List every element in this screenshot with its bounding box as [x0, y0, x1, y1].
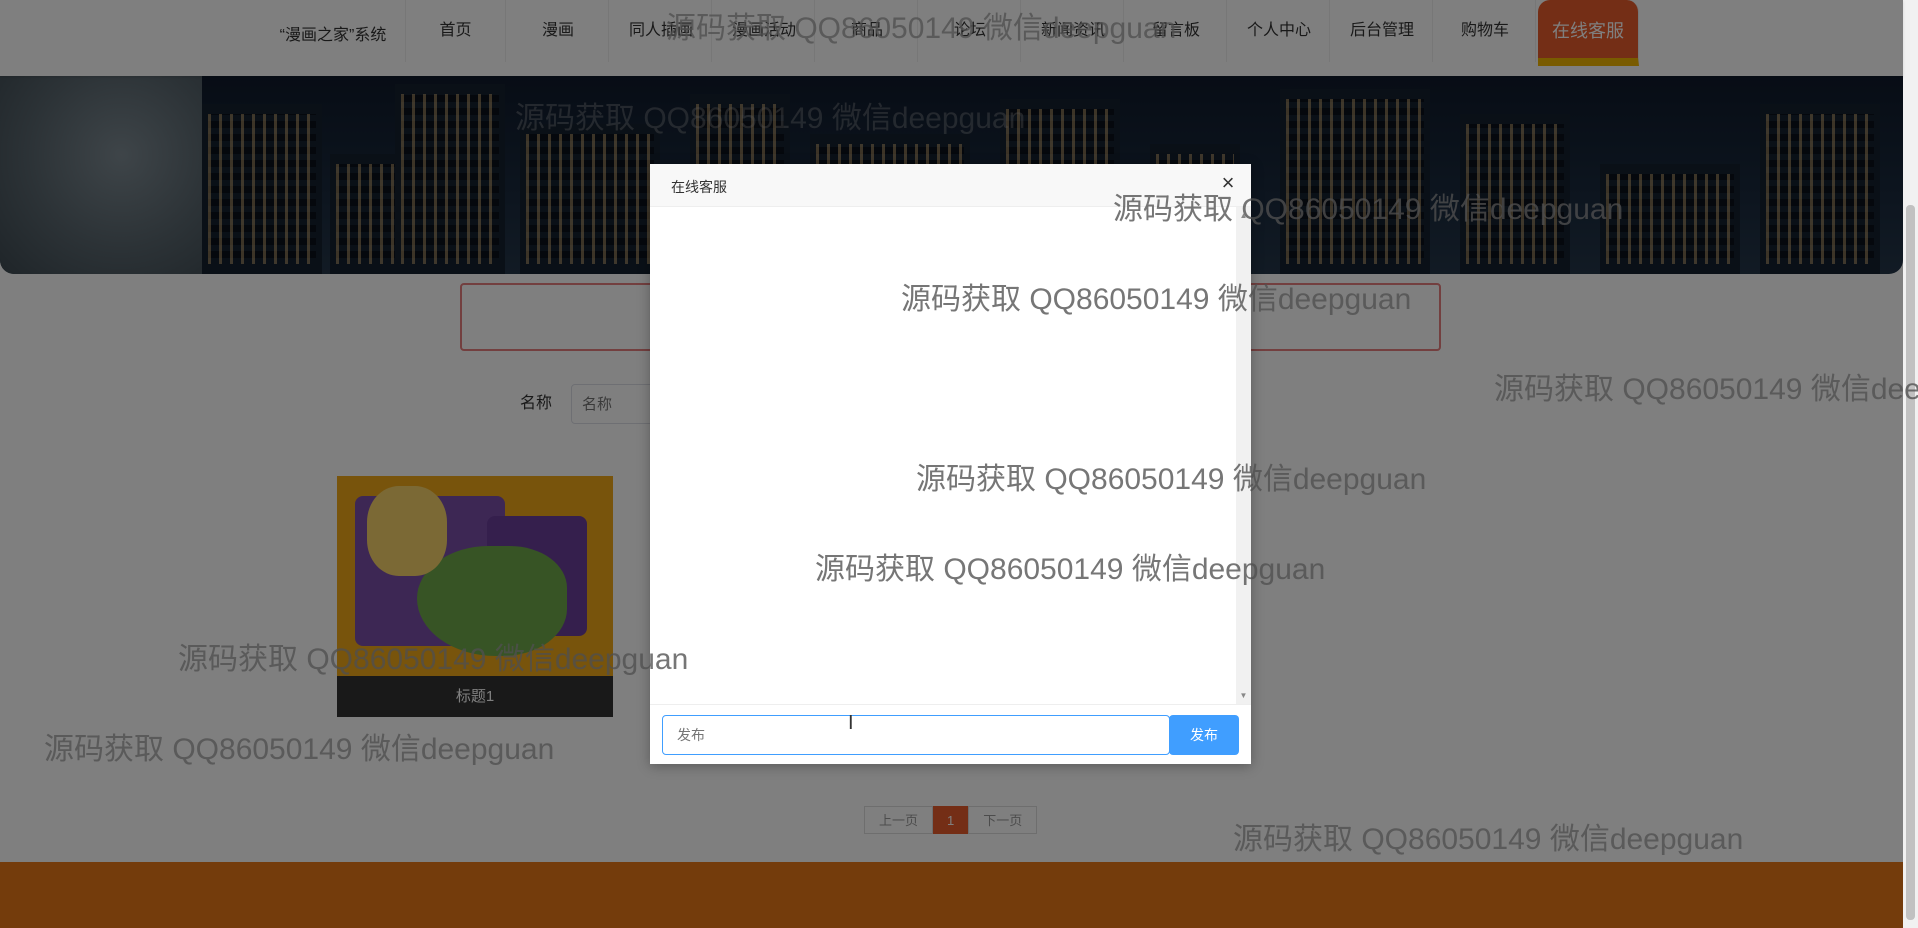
online-service-dialog: 在线客服 × ▲ ▼ I 发布	[650, 164, 1251, 764]
dialog-title: 在线客服	[671, 179, 727, 195]
chat-message-area[interactable]: ▲ ▼	[650, 207, 1251, 704]
scroll-up-icon[interactable]: ▲	[1239, 211, 1248, 220]
message-input[interactable]	[662, 715, 1170, 755]
dialog-footer: I 发布	[650, 704, 1251, 764]
publish-button[interactable]: 发布	[1169, 715, 1239, 755]
scroll-down-icon[interactable]: ▼	[1239, 691, 1248, 700]
page-scrollbar[interactable]	[1903, 0, 1918, 928]
close-icon[interactable]: ×	[1217, 172, 1239, 194]
text-cursor-icon: I	[848, 712, 854, 734]
page-scroll-thumb[interactable]	[1906, 205, 1915, 920]
dialog-header: 在线客服 ×	[650, 164, 1251, 207]
chat-scrollbar[interactable]: ▲ ▼	[1236, 207, 1251, 704]
